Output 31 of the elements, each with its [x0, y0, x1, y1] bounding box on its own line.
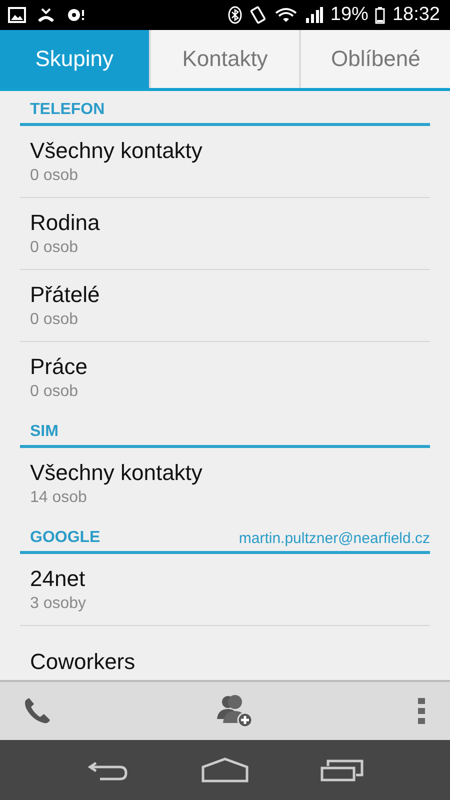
- member-count: 0 osob: [30, 239, 80, 257]
- battery-icon: [375, 6, 386, 24]
- home-icon[interactable]: [200, 757, 249, 783]
- wifi-icon: [274, 7, 298, 23]
- more-icon[interactable]: [418, 697, 426, 725]
- phone-rotate-icon: [249, 6, 268, 24]
- group-name[interactable]: Všechny kontakty: [30, 460, 430, 486]
- member-count: 0 osob: [30, 311, 80, 329]
- account-email: martin.pultzner@nearfield.cz: [238, 530, 430, 547]
- voicemail-icon: [66, 7, 86, 23]
- bluetooth-icon: [228, 6, 242, 24]
- group-name[interactable]: Rodina: [30, 210, 430, 236]
- battery-percent: 19%: [330, 4, 368, 26]
- section-header: TELEFON: [30, 101, 105, 119]
- picture-icon: [8, 7, 26, 23]
- group-name[interactable]: Práce: [30, 354, 430, 380]
- missed-call-icon: [36, 7, 56, 23]
- member-count: 0 osob: [30, 167, 80, 185]
- signal-icon: [305, 7, 324, 23]
- member-count: 3 osoby: [30, 595, 88, 613]
- section-header: SIM: [30, 423, 58, 441]
- recent-apps-icon[interactable]: [320, 758, 364, 782]
- member-count: 0 osob: [30, 383, 80, 401]
- group-name[interactable]: 24net: [30, 566, 430, 592]
- group-name[interactable]: Všechny kontakty: [30, 138, 430, 164]
- group-name[interactable]: Přátelé: [30, 282, 430, 308]
- phone-icon[interactable]: [22, 696, 52, 726]
- group-name[interactable]: Coworkers: [30, 648, 430, 674]
- section-header: GOOGLE: [30, 529, 100, 547]
- clock: 18:32: [392, 4, 440, 26]
- member-count: 14 osob: [30, 489, 88, 507]
